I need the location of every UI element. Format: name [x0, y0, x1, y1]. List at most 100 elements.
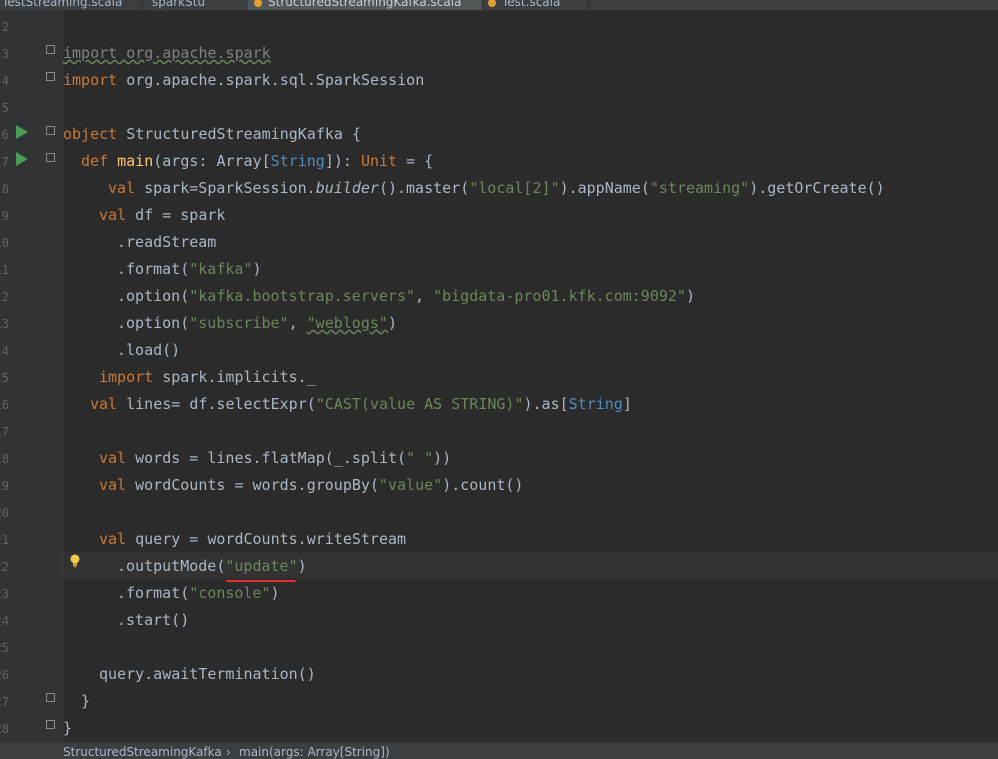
code-text: query = wordCounts.writeStream [126, 530, 407, 548]
fold-marker-icon[interactable] [46, 720, 55, 729]
line-number: 13 [0, 317, 9, 331]
line-number: 4 [1, 74, 9, 88]
tab-test[interactable]: Test.scala [482, 0, 589, 10]
code-text: .readStream [117, 233, 217, 251]
string-literal: "update" [225, 557, 298, 575]
keyword: import [63, 71, 118, 89]
code-text: ) [387, 314, 397, 332]
code-text: spark=SparkSession. [135, 179, 316, 197]
code-text: ).count() [442, 476, 524, 494]
fold-marker-icon[interactable] [46, 693, 55, 702]
code-text: ) [270, 584, 280, 602]
code-text: StructuredStreamingKafka { [117, 125, 362, 143]
code-line: .readStream [117, 229, 216, 256]
code-text: .start() [117, 611, 190, 629]
code-line: import spark.implicits._ [99, 364, 316, 391]
code-line: .option("subscribe", "weblogs") [117, 310, 397, 337]
keyword: val [99, 206, 127, 224]
line-number: 21 [0, 533, 9, 547]
line-number: 3 [1, 47, 9, 61]
tab-sparkstu[interactable]: sparkStu [146, 0, 249, 10]
code-text: ) [297, 557, 307, 575]
tab-teststreaming[interactable]: TestStreaming.scala [0, 0, 143, 10]
code-line: val wordCounts = words.groupBy("value").… [99, 472, 523, 499]
editor-tab-bar: TestStreaming.scala sparkStu StructuredS… [0, 0, 998, 11]
line-number: 24 [0, 614, 9, 628]
string-literal: " " [406, 449, 434, 467]
keyword: import [99, 368, 154, 386]
line-number: 18 [0, 452, 9, 466]
fold-marker-icon[interactable] [46, 72, 55, 81]
code-line: .start() [117, 607, 189, 634]
code-text: = { [397, 152, 434, 170]
line-number: 7 [1, 155, 9, 169]
code-text: } [63, 719, 73, 737]
code-text: ]): [324, 152, 361, 170]
code-line: .load() [117, 337, 180, 364]
keyword: val [90, 395, 118, 413]
line-number: 10 [0, 236, 9, 250]
code-line: } [63, 715, 72, 742]
keyword: val [99, 476, 127, 494]
code-text: .option( [117, 287, 190, 305]
code-text: ) [685, 287, 695, 305]
code-text: org.apache.spark.sql.SparkSession [117, 71, 425, 89]
breadcrumb-method[interactable]: main(args: Array[String]) [239, 745, 390, 759]
code-line: .option("kafka.bootstrap.servers", "bigd… [117, 283, 695, 310]
code-line: object StructuredStreamingKafka { [63, 121, 361, 148]
code-line: def main(args: Array[String]): Unit = { [81, 148, 433, 175]
type-param: String [270, 152, 325, 170]
string-literal: "value" [378, 476, 443, 494]
run-main-icon[interactable] [16, 152, 28, 166]
code-text: ).appName( [559, 179, 650, 197]
red-underline-annotation [226, 580, 296, 582]
keyword: val [99, 449, 127, 467]
type-param: String [568, 395, 623, 413]
fold-marker-icon[interactable] [46, 45, 55, 54]
code-text: ) [252, 260, 262, 278]
code-text: ().master( [378, 179, 470, 197]
code-text: ] [622, 395, 632, 413]
code-text: lines= df.selectExpr( [117, 395, 316, 413]
tab-structuredstreamingkafka[interactable]: StructuredStreamingKafka.scala [248, 0, 483, 10]
code-text: , [415, 287, 434, 305]
fold-marker-icon[interactable] [46, 126, 55, 135]
code-line: import org.apache.spark.sql.SparkSession [63, 67, 424, 94]
run-object-icon[interactable] [16, 125, 28, 139]
breadcrumb: StructuredStreamingKafka › main(args: Ar… [0, 742, 998, 759]
code-text: org.apache.spark [117, 44, 271, 62]
code-text: wordCounts = words.groupBy( [126, 476, 379, 494]
code-text: words = lines.flatMap(_.split( [126, 449, 407, 467]
line-number: 8 [1, 182, 9, 196]
string-literal: "weblogs" [306, 314, 388, 332]
line-number: 15 [0, 371, 9, 385]
code-text: , [288, 314, 307, 332]
code-editor[interactable]: import org.apache.spark import org.apach… [63, 11, 998, 742]
code-text: query.awaitTermination() [99, 665, 316, 683]
keyword: def [81, 152, 109, 170]
tab-label: sparkStu [152, 0, 206, 9]
scala-file-icon [488, 0, 496, 7]
code-text: .outputMode( [117, 557, 226, 575]
string-literal: "console" [189, 584, 271, 602]
line-number: 19 [0, 479, 9, 493]
line-number: 28 [0, 722, 9, 736]
code-text: (args: Array[ [153, 152, 271, 170]
code-line: val spark=SparkSession.builder().master(… [108, 175, 885, 202]
line-number: 26 [0, 668, 9, 682]
line-number: 17 [0, 425, 9, 439]
code-text: .format( [117, 584, 190, 602]
function-name: main [117, 152, 154, 170]
scala-file-icon [254, 0, 262, 7]
code-line: val df = spark [99, 202, 225, 229]
string-literal: "subscribe" [189, 314, 289, 332]
fold-marker-icon[interactable] [46, 153, 55, 162]
line-number: 27 [0, 695, 9, 709]
code-text: spark.implicits._ [153, 368, 316, 386]
breadcrumb-separator: › [226, 745, 231, 759]
string-literal: "CAST(value AS STRING)" [315, 395, 524, 413]
code-text: } [81, 692, 91, 710]
breadcrumb-object[interactable]: StructuredStreamingKafka [63, 745, 222, 759]
code-text: df = spark [126, 206, 226, 224]
